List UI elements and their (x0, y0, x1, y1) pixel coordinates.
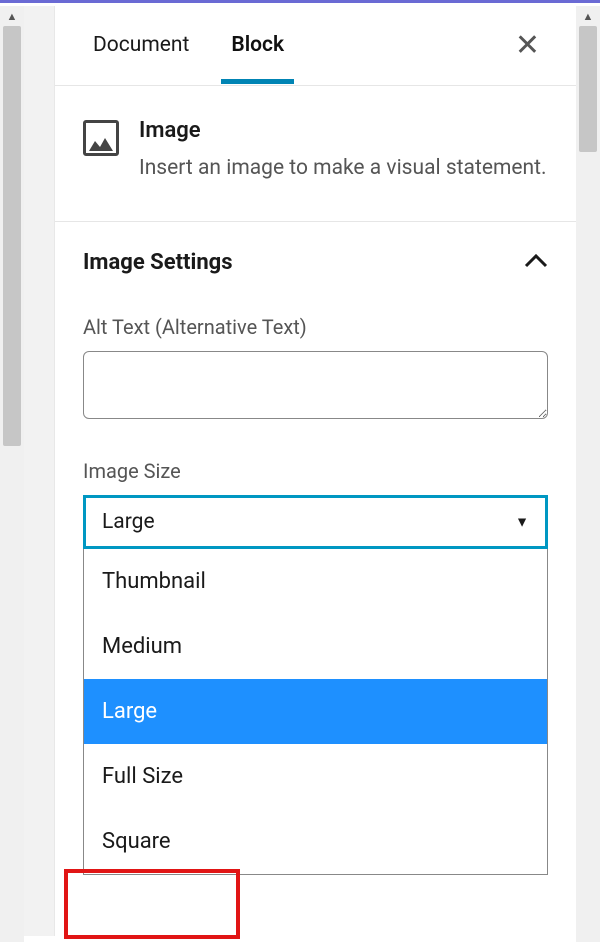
block-info-card: Image Insert an image to make a visual s… (55, 86, 576, 222)
image-icon (83, 120, 119, 156)
image-settings-section: Image Settings Alt Text (Alternative Tex… (55, 222, 576, 875)
editor-window: ▲ ▲ Document Block ✕ Image Insert an im (0, 0, 600, 942)
block-description: Insert an image to make a visual stateme… (139, 153, 547, 185)
option-medium[interactable]: Medium (84, 614, 547, 679)
block-title: Image (139, 118, 547, 143)
option-thumbnail[interactable]: Thumbnail (84, 549, 547, 614)
image-size-label: Image Size (83, 459, 548, 483)
scroll-thumb[interactable] (579, 26, 597, 152)
left-scrollbar[interactable]: ▲ (0, 6, 24, 942)
sidebar-panel: Document Block ✕ Image Insert an image t… (24, 6, 576, 936)
tab-block[interactable]: Block (221, 7, 294, 84)
option-square[interactable]: Square (84, 809, 547, 874)
scroll-thumb[interactable] (3, 26, 21, 446)
section-title: Image Settings (83, 250, 233, 275)
alt-text-input[interactable] (83, 351, 548, 419)
close-icon[interactable]: ✕ (507, 27, 548, 65)
option-full-size[interactable]: Full Size (84, 744, 547, 809)
chevron-down-icon: ▼ (515, 513, 529, 530)
image-size-select[interactable]: Large ▼ Thumbnail Medium Large Full Size… (83, 495, 548, 875)
block-info-text: Image Insert an image to make a visual s… (139, 118, 547, 185)
chevron-up-icon (524, 252, 548, 273)
select-box[interactable]: Large ▼ (83, 495, 548, 549)
right-scrollbar[interactable]: ▲ (576, 6, 600, 942)
scroll-up-icon[interactable]: ▲ (0, 6, 24, 26)
inspector-tabs: Document Block ✕ (55, 6, 576, 86)
scroll-up-icon[interactable]: ▲ (576, 6, 600, 26)
section-header[interactable]: Image Settings (83, 250, 548, 275)
dropdown-list: Thumbnail Medium Large Full Size Square (83, 549, 548, 875)
alt-text-label: Alt Text (Alternative Text) (83, 315, 548, 339)
block-inspector: Document Block ✕ Image Insert an image t… (54, 6, 576, 936)
select-value: Large (102, 510, 155, 534)
tab-document[interactable]: Document (83, 7, 199, 84)
option-large[interactable]: Large (84, 679, 547, 744)
